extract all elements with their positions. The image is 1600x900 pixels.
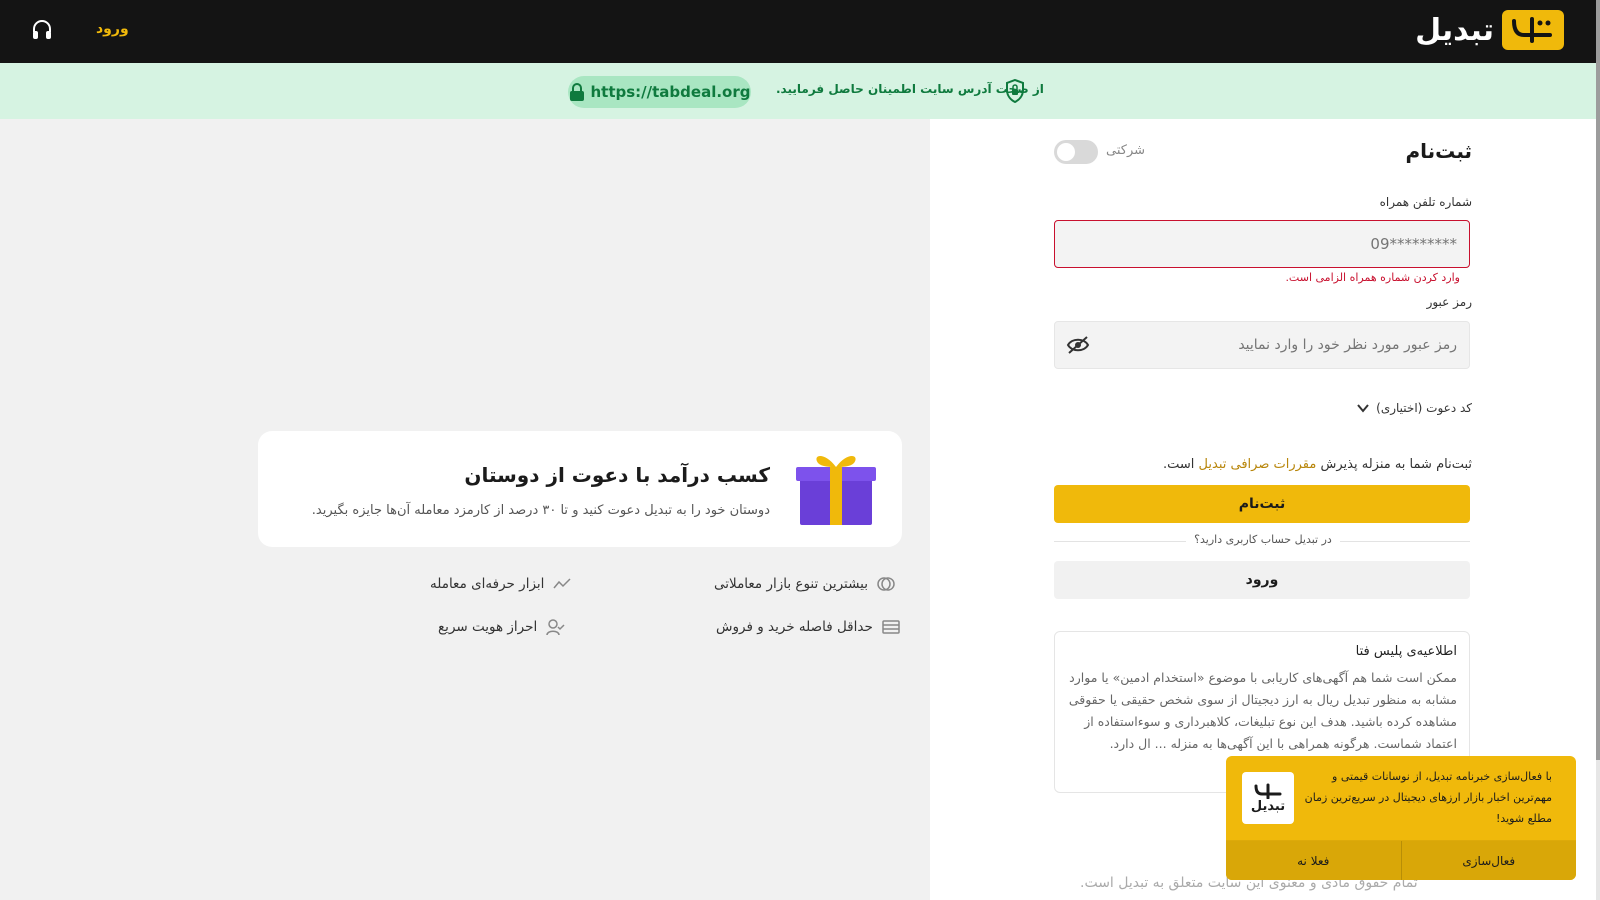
newsletter-message: با فعال‌سازی خبرنامه تبدیل، از نوسانات ق… <box>1304 770 1552 825</box>
police-notice-body: ممکن است شما هم آگهی‌های کاریابی با موضو… <box>1068 670 1457 751</box>
site-url-pill: https://tabdeal.org <box>568 76 751 108</box>
have-account-text: در تبدیل حساب کاربری دارید؟ <box>930 533 1596 546</box>
feature-pro-tools: ابزار حرفه‌ای معامله <box>430 574 572 594</box>
terms-link[interactable]: مقررات صرافی تبدیل <box>1199 457 1317 472</box>
referral-title: کسب درآمد با دعوت از دوستان <box>464 463 770 487</box>
feature-label: ابزار حرفه‌ای معامله <box>430 576 545 592</box>
invite-code-toggle[interactable]: کد دعوت (اختیاری) <box>1356 401 1472 415</box>
security-banner: از صحت آدرس سایت اطمینان حاصل فرمایید. h… <box>0 63 1596 119</box>
user-check-icon <box>546 619 565 636</box>
coins-icon <box>877 577 895 591</box>
toggle-knob <box>1057 143 1075 161</box>
logo-mark-icon <box>1502 10 1564 50</box>
lock-icon <box>569 83 584 101</box>
scrollbar-thumb[interactable] <box>1596 0 1600 760</box>
police-notice-title: اطلاعیه‌ی پلیس فتا <box>1355 644 1457 659</box>
newsletter-later-button[interactable]: فعلا نه <box>1226 841 1401 880</box>
eye-slash-icon[interactable] <box>1066 335 1090 355</box>
top-navbar: تبدیل ورود <box>0 0 1596 63</box>
phone-label: شماره تلفن همراه <box>1379 195 1472 209</box>
company-toggle-label: شرکتی <box>1106 143 1146 158</box>
signup-button[interactable]: ثبت‌نام <box>1054 485 1470 523</box>
feature-fast-kyc: احراز هویت سریع <box>438 617 565 637</box>
newsletter-actions: فعلا نه فعال‌سازی <box>1226 840 1576 880</box>
site-url: https://tabdeal.org <box>590 83 751 101</box>
feature-label: حداقل فاصله خرید و فروش <box>716 619 873 635</box>
brand-logo[interactable]: تبدیل <box>1415 10 1564 50</box>
have-account-label: در تبدیل حساب کاربری دارید؟ <box>1186 533 1340 546</box>
phone-input[interactable] <box>1054 220 1470 268</box>
feature-min-spread: حداقل فاصله خرید و فروش <box>716 617 901 637</box>
newsletter-logo: تبدیل <box>1242 772 1294 824</box>
gift-icon <box>796 456 876 525</box>
headset-icon[interactable] <box>30 18 54 42</box>
password-label: رمز عبور <box>1426 295 1472 309</box>
newsletter-popup: تبدیل با فعال‌سازی خبرنامه تبدیل، از نوس… <box>1226 756 1576 880</box>
newsletter-logo-text: تبدیل <box>1250 798 1286 814</box>
header-login-link[interactable]: ورود <box>96 21 129 37</box>
security-message: از صحت آدرس سایت اطمینان حاصل فرمایید. <box>776 82 1044 96</box>
card-icon <box>882 620 900 634</box>
referral-description: دوستان خود را به تبدیل دعوت کنید و تا ۳۰… <box>311 503 770 518</box>
terms-text: ثبت‌نام شما به منزله پذیرش مقررات صرافی … <box>1163 457 1472 472</box>
invite-code-label: کد دعوت (اختیاری) <box>1376 401 1472 415</box>
terms-suffix: است. <box>1162 457 1195 472</box>
chevron-down-icon <box>1357 404 1369 413</box>
feature-label: بیشترین تنوع بازار معاملاتی <box>714 576 868 592</box>
terms-prefix: ثبت‌نام شما به منزله پذیرش <box>1320 457 1472 472</box>
logo-mark-icon <box>1254 783 1282 799</box>
company-toggle[interactable] <box>1054 140 1098 164</box>
brand-name: تبدیل <box>1415 12 1494 48</box>
phone-error: وارد کردن شماره همراه الزامی است. <box>1285 271 1460 284</box>
chart-line-icon <box>553 578 571 589</box>
newsletter-activate-button[interactable]: فعال‌سازی <box>1400 841 1576 880</box>
feature-market-variety: بیشترین تنوع بازار معاملاتی <box>714 574 896 594</box>
password-input[interactable] <box>1054 321 1470 369</box>
login-button[interactable]: ورود <box>1054 561 1470 599</box>
referral-card[interactable]: کسب درآمد با دعوت از دوستان دوستان خود ر… <box>258 431 902 547</box>
signup-title: ثبت‌نام <box>1405 139 1472 163</box>
page-scrollbar[interactable] <box>1596 0 1600 900</box>
feature-label: احراز هویت سریع <box>438 619 538 635</box>
